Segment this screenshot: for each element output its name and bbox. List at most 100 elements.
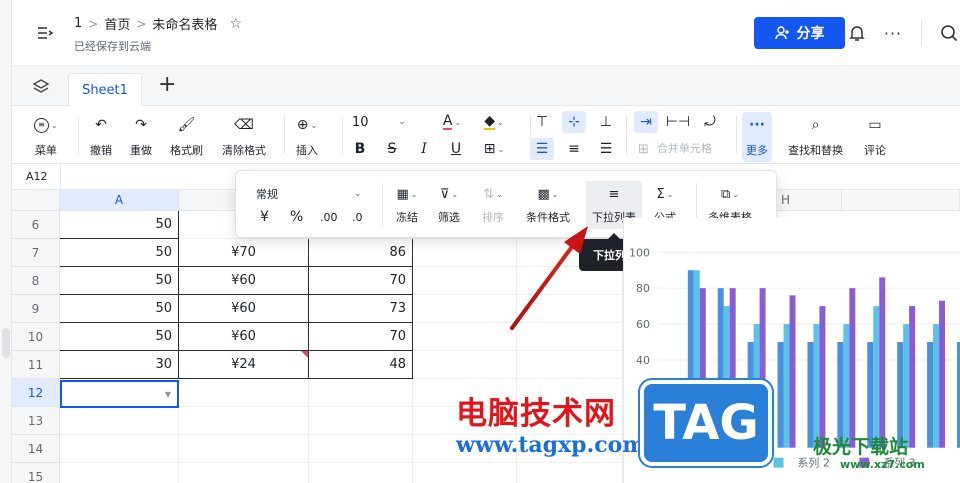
table-cell[interactable]: 50	[60, 211, 179, 239]
increase-decimal-icon[interactable]: .00	[320, 211, 338, 224]
comment-marker[interactable]	[301, 351, 308, 358]
chart-bar[interactable]	[909, 306, 916, 448]
align-middle-icon[interactable]: ⊹	[562, 111, 586, 133]
borders-button[interactable]: ⊞ ⌄	[478, 138, 510, 160]
table-cell[interactable]: ¥60	[179, 267, 309, 295]
wrap-text-icon[interactable]: ⇥	[634, 111, 658, 133]
table-cell[interactable]: 50	[60, 239, 179, 267]
chart-bar[interactable]	[927, 342, 934, 448]
row-header-9[interactable]: 9	[12, 295, 60, 323]
corner-header[interactable]	[12, 190, 60, 211]
menu-button[interactable]: ≡ ⌄ 菜单	[34, 114, 58, 158]
row-header-14[interactable]: 14	[12, 435, 60, 463]
table-cell[interactable]: 50	[60, 267, 179, 295]
chart-bar[interactable]	[903, 324, 910, 448]
panel-handle[interactable]	[2, 328, 10, 358]
find-replace-button[interactable]: ⌕ 查找和替换	[788, 114, 843, 158]
italic-button[interactable]: I	[412, 138, 436, 160]
clear-format-button[interactable]: ⌫ 清除格式	[222, 114, 266, 158]
currency-icon[interactable]: ¥	[260, 209, 269, 225]
fill-color-button[interactable]: ◆ ⌄	[478, 111, 510, 133]
table-cell[interactable]	[309, 379, 413, 407]
table-cell[interactable]	[179, 407, 309, 435]
table-cell[interactable]: 70	[309, 323, 413, 351]
format-painter-button[interactable]: 🖌︎ 格式刷	[170, 114, 203, 158]
table-cell[interactable]	[179, 463, 309, 483]
merge-cells-button[interactable]: ⊞ 合并单元格	[638, 138, 712, 160]
add-sheet-icon[interactable]: +	[158, 74, 176, 96]
rotate-text-icon[interactable]: ⤾	[698, 111, 722, 133]
table-cell[interactable]	[309, 463, 413, 483]
chevron-down-icon[interactable]: ⌄	[390, 111, 414, 133]
table-cell[interactable]: 30	[60, 351, 179, 379]
row-header-10[interactable]: 10	[12, 323, 60, 351]
row-header-7[interactable]: 7	[12, 239, 60, 267]
layers-icon[interactable]	[32, 78, 50, 96]
dropdown-arrow-icon[interactable]: ▼	[165, 390, 171, 399]
column-header-i[interactable]	[842, 190, 960, 211]
font-color-button[interactable]: A ⌄	[436, 111, 468, 133]
align-center-icon[interactable]: ≡	[562, 138, 586, 160]
freeze-button[interactable]: ▦ ⌄ 冻结	[396, 183, 418, 225]
tab-sheet1[interactable]: Sheet1	[68, 73, 142, 107]
table-cell[interactable]	[60, 435, 179, 463]
decrease-decimal-icon[interactable]: .0	[352, 211, 363, 224]
percent-icon[interactable]: %	[290, 209, 303, 225]
chart-bar[interactable]	[789, 295, 796, 448]
align-bottom-icon[interactable]: ⊥	[594, 111, 618, 133]
table-cell[interactable]: 70	[309, 267, 413, 295]
fit-width-icon[interactable]: ⊢⊣	[666, 111, 690, 133]
chart-bar[interactable]	[843, 324, 850, 448]
align-top-icon[interactable]: ⊤	[530, 111, 554, 133]
row-header-11[interactable]: 11	[12, 351, 60, 379]
table-cell[interactable]: 50	[60, 323, 179, 351]
document-title[interactable]: 未命名表格	[152, 14, 217, 33]
table-cell[interactable]	[60, 463, 179, 483]
bell-icon[interactable]	[846, 22, 868, 44]
row-header-15[interactable]: 15	[12, 463, 60, 483]
filter-button[interactable]: ⊽ ⌄ 筛选	[438, 183, 460, 225]
table-cell[interactable]: ¥24	[179, 351, 309, 379]
chart-bar[interactable]	[783, 324, 790, 448]
cell-reference[interactable]: A12	[26, 170, 48, 183]
table-cell[interactable]	[413, 351, 517, 379]
table-cell[interactable]: 73	[309, 295, 413, 323]
strikethrough-button[interactable]: S	[380, 138, 404, 160]
table-cell[interactable]	[309, 435, 413, 463]
table-cell[interactable]	[517, 463, 623, 483]
more-options-icon[interactable]: ···	[882, 22, 904, 44]
chart-bar[interactable]	[939, 300, 946, 448]
align-left-icon[interactable]: ☰	[530, 138, 554, 160]
table-cell[interactable]	[179, 435, 309, 463]
chart-bar[interactable]	[819, 306, 826, 448]
insert-button[interactable]: ⊕ ⌄ 插入	[296, 114, 318, 158]
row-header-6[interactable]: 6	[12, 211, 60, 239]
table-cell[interactable]: ¥60	[179, 295, 309, 323]
table-cell[interactable]	[517, 351, 623, 379]
breadcrumb-home[interactable]: 首页	[104, 14, 130, 33]
breadcrumb-root[interactable]: 1	[74, 16, 82, 31]
table-cell[interactable]: ¥70	[179, 239, 309, 267]
table-cell[interactable]: 48	[309, 351, 413, 379]
chart-bar[interactable]	[879, 277, 886, 448]
row-header-12[interactable]: 12	[12, 379, 60, 407]
table-cell[interactable]: ¥60	[179, 323, 309, 351]
menu-expand-icon[interactable]	[36, 24, 56, 44]
more-button[interactable]: ··· 更多	[742, 112, 772, 162]
font-size-select[interactable]: 10	[352, 111, 386, 133]
underline-button[interactable]: U	[444, 138, 468, 160]
chart-bar[interactable]	[933, 324, 940, 448]
undo-button[interactable]: ↶ 撤销	[90, 114, 112, 158]
chart-bar[interactable]	[813, 324, 820, 448]
share-button[interactable]: 分享	[754, 17, 845, 49]
bold-button[interactable]: B	[348, 138, 372, 160]
chart-bar[interactable]	[849, 288, 856, 448]
row-header-13[interactable]: 13	[12, 407, 60, 435]
comment-button[interactable]: ▭ 评论	[864, 114, 886, 158]
search-icon[interactable]	[938, 22, 960, 44]
align-right-icon[interactable]: ☰	[594, 138, 618, 160]
table-cell[interactable]	[179, 379, 309, 407]
chart-bar[interactable]	[777, 342, 784, 448]
redo-button[interactable]: ↷ 重做	[130, 114, 152, 158]
column-header-a[interactable]: A	[60, 190, 179, 211]
